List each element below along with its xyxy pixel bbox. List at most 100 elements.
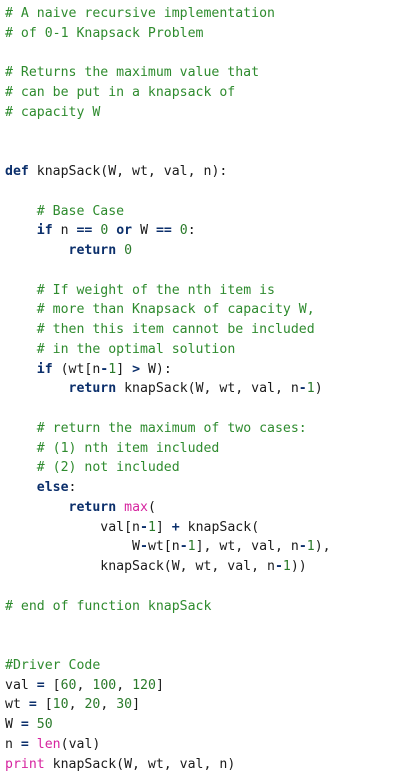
code-line: return knapSack(W, wt, val, n-1) — [5, 379, 400, 399]
code-token-number: 0 — [179, 223, 188, 239]
code-token-plain: n — [52, 223, 77, 239]
code-token-plain: , — [116, 677, 133, 693]
code-token-number: 1 — [306, 381, 315, 397]
code-token-plain: W — [5, 717, 21, 732]
code-token-plain: , — [76, 677, 93, 693]
code-token-operator: > — [132, 361, 141, 377]
code-token-operator: - — [139, 519, 148, 535]
code-token-operator: == — [155, 223, 172, 239]
code-line: # If weight of the nth item is — [5, 281, 400, 301]
code-token-keyword: def — [5, 164, 29, 179]
code-token-plain: n — [5, 736, 21, 752]
code-token-plain: knapSack(W, wt, val, n — [5, 559, 275, 574]
code-line: # then this item cannot be included — [5, 320, 400, 340]
code-token-plain: knapSack(W, wt, val, n — [116, 381, 299, 397]
code-token-comment: # (2) not included — [36, 460, 180, 476]
code-token-operator: - — [274, 559, 283, 574]
code-token-plain: ] — [155, 519, 172, 535]
code-token-plain: W — [132, 223, 156, 239]
code-token-comment: # A naive recursive implementation — [5, 6, 275, 21]
code-token-number: 1 — [147, 519, 156, 535]
code-token-plain: ] — [132, 697, 141, 713]
code-token-plain: [ — [44, 677, 61, 693]
code-token-comment: # more than Knapsack of capacity W, — [36, 302, 315, 318]
code-block: # A naive recursive implementation # of 0… — [0, 0, 400, 774]
code-token-number: 20 — [84, 697, 101, 713]
code-token-builtin: print — [5, 756, 45, 772]
code-line: W = 50 — [5, 715, 400, 735]
code-token-plain: ) — [314, 381, 323, 397]
code-line: return 0 — [5, 241, 400, 261]
code-token-plain: knapSack(W, wt, val, n): — [28, 164, 228, 179]
code-token-comment: # then this item cannot be included — [36, 322, 315, 337]
code-token-operator: - — [298, 539, 307, 555]
code-token-operator: - — [179, 539, 188, 555]
code-token-number: 120 — [132, 677, 156, 693]
code-token-number: 1 — [306, 539, 315, 555]
code-token-plain: val[n — [5, 519, 140, 535]
code-token-plain: (val) — [60, 736, 101, 752]
code-token-operator: - — [298, 381, 307, 397]
code-token-plain: wt[n — [147, 539, 180, 555]
code-token-plain: ], wt, val, n — [195, 539, 299, 555]
code-token-operator: = — [36, 677, 45, 693]
code-token-operator: = — [20, 736, 29, 752]
code-token-number: 10 — [52, 697, 69, 713]
code-token-comment: # Base Case — [36, 203, 125, 219]
code-token-keyword: or — [116, 223, 133, 239]
code-line: # Returns the maximum value that — [5, 63, 400, 83]
code-token-operator: + — [171, 519, 180, 535]
code-token-plain: [ — [36, 697, 53, 713]
code-token-plain: val — [5, 677, 37, 693]
code-line: # of 0-1 Knapsack Problem — [5, 24, 400, 44]
code-line: print knapSack(W, wt, val, n) — [5, 755, 400, 775]
code-token-comment: # in the optimal solution — [36, 341, 236, 357]
code-token-plain: : — [187, 223, 196, 239]
code-token-comment: # can be put in a knapsack of — [5, 85, 236, 100]
code-line: # more than Knapsack of capacity W, — [5, 300, 400, 320]
code-token-plain: , — [68, 697, 85, 713]
code-token-operator: == — [76, 223, 93, 239]
code-token-plain: (wt[n — [52, 361, 101, 377]
code-token-plain: )) — [290, 559, 307, 574]
code-token-operator: = — [28, 697, 37, 713]
code-token-number: 30 — [116, 697, 133, 713]
code-line: # (1) nth item included — [5, 439, 400, 459]
code-line: knapSack(W, wt, val, n-1)) — [5, 557, 400, 577]
code-line: return max( — [5, 498, 400, 518]
code-token-builtin: max — [124, 499, 148, 515]
code-line: wt = [10, 20, 30] — [5, 695, 400, 715]
code-line: if n == 0 or W == 0: — [5, 221, 400, 241]
code-token-builtin: len — [36, 736, 61, 752]
code-token-plain: W — [5, 539, 140, 555]
code-token-number: 50 — [36, 717, 53, 732]
code-token-keyword: return — [68, 499, 117, 515]
code-line: # return the maximum of two cases: — [5, 419, 400, 439]
code-token-number: 1 — [282, 559, 291, 574]
code-token-keyword: else — [36, 480, 69, 495]
code-line: else: — [5, 478, 400, 498]
code-token-plain: knapSack( — [179, 519, 260, 535]
code-token-comment: # end of function knapSack — [5, 598, 212, 614]
code-line: # (2) not included — [5, 458, 400, 478]
code-token-plain: : — [68, 480, 77, 495]
code-token-plain: ] — [116, 361, 133, 377]
code-token-comment: # (1) nth item included — [36, 440, 220, 456]
